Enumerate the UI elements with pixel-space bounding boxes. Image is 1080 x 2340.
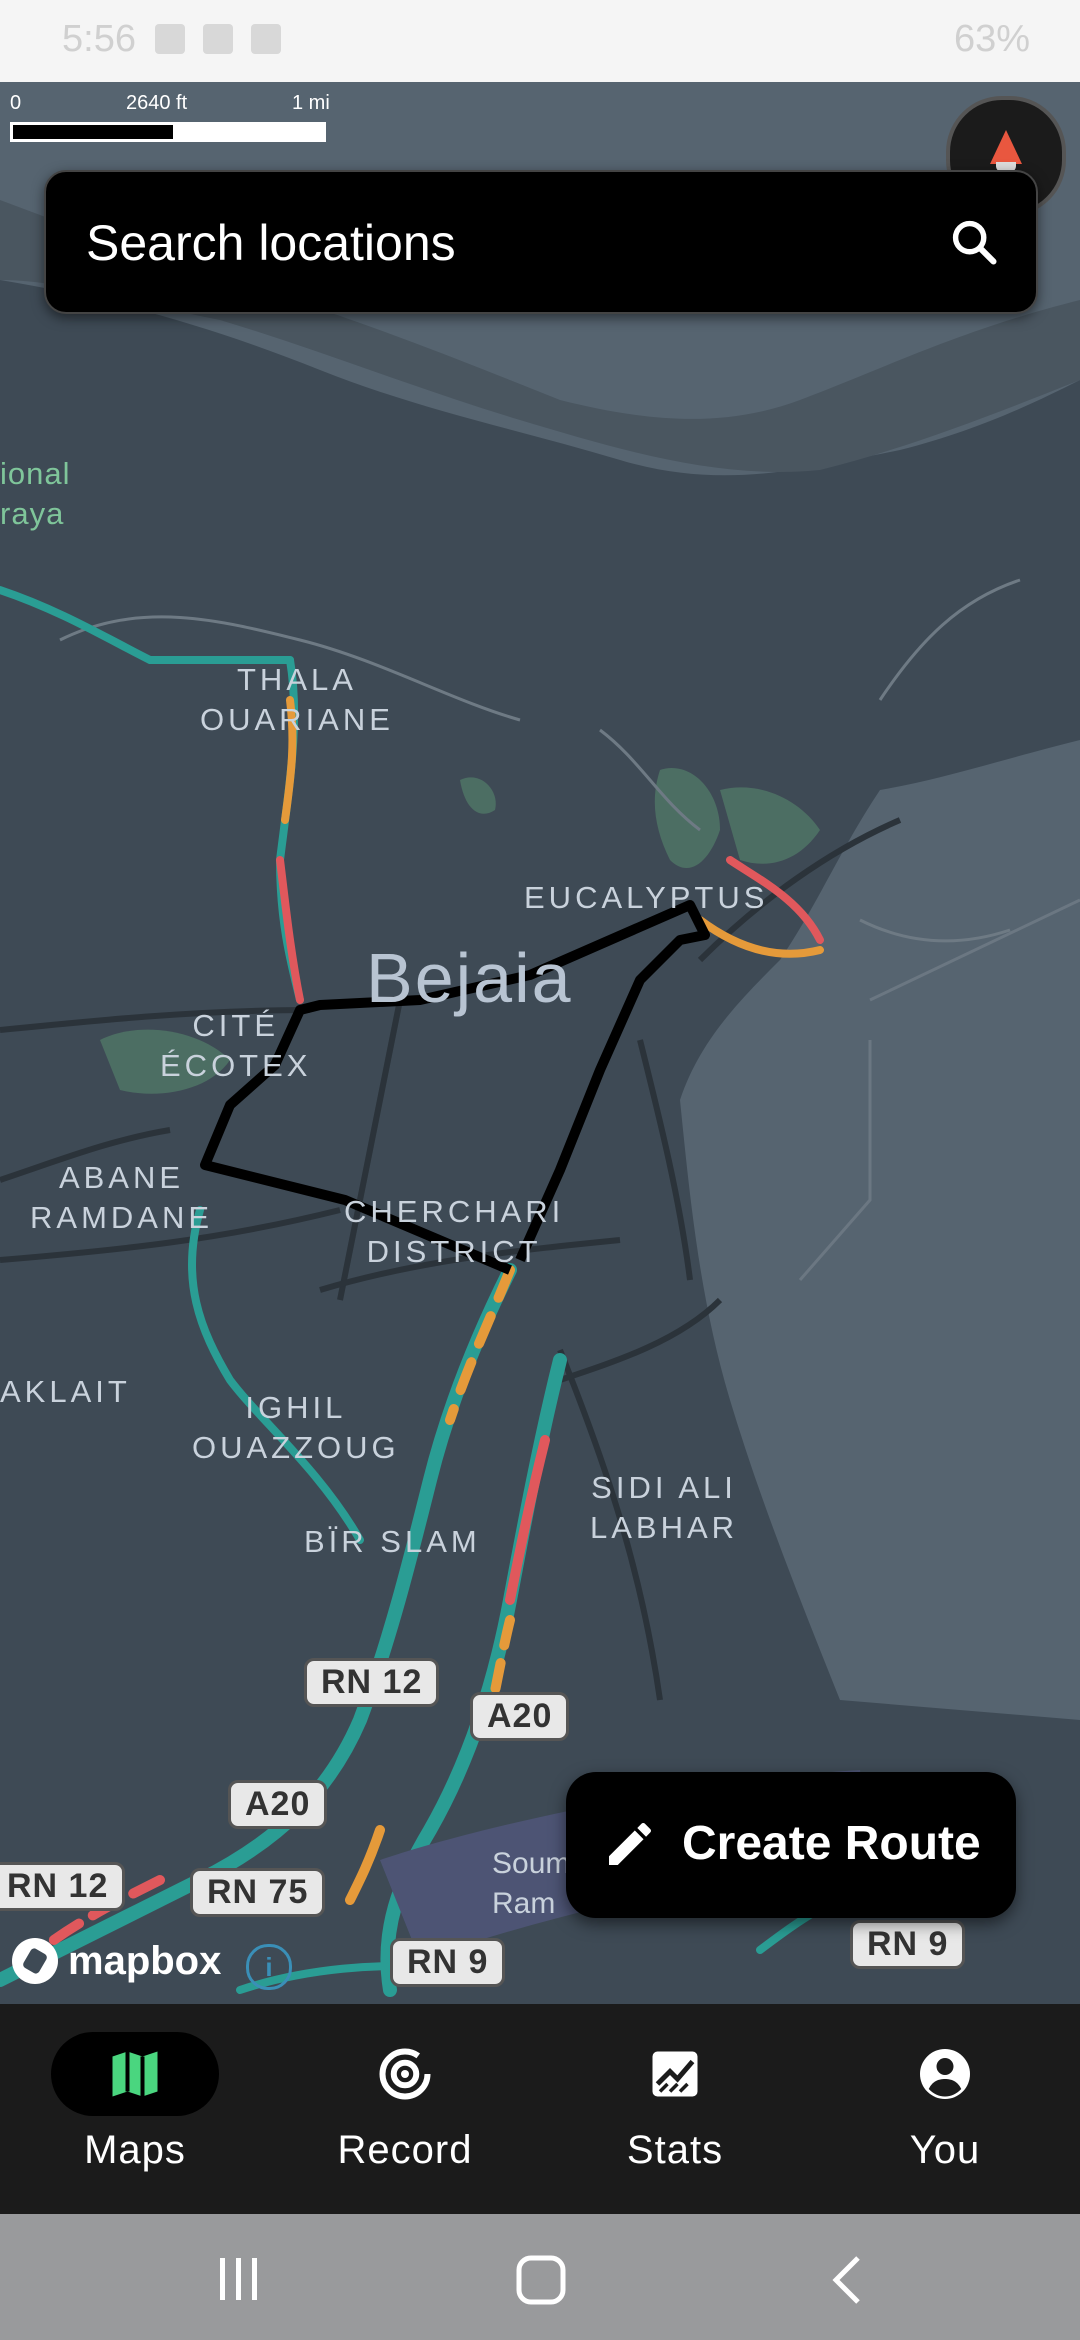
map-label-ighil-ouazzoug: IGHIL OUAZZOUG xyxy=(192,1390,400,1465)
battery-level: 63% xyxy=(953,18,1030,60)
nav-you-label: You xyxy=(909,2128,981,2172)
nav-record-label: Record xyxy=(337,2128,473,2172)
map-label-eucalyptus: EUCALYPTUS xyxy=(524,880,769,915)
recents-icon[interactable] xyxy=(214,2256,264,2302)
status-time: 5:56 xyxy=(62,18,136,60)
bottom-navigation: Maps Record Stats You xyxy=(0,2004,1080,2214)
map-label-cite-ecotex: CITÉ ÉCOTEX xyxy=(160,1008,312,1083)
scale-label-mid: 2640 ft xyxy=(126,92,188,114)
map-label-abane-ramdane: ABANE RAMDANE xyxy=(30,1160,214,1235)
map-label-thala-ouariane: THALA OUARIANE xyxy=(200,662,394,737)
scale-bar-graphic xyxy=(10,122,326,142)
account-icon xyxy=(920,2049,970,2099)
nav-stats-label: Stats xyxy=(626,2128,724,2172)
map-scale-bar: 0 2640 ft 1 mi xyxy=(10,92,330,142)
map-label-cherchari-district: CHERCHARI DISTRICT xyxy=(344,1194,565,1269)
road-shield-rn9: RN 9 xyxy=(390,1938,506,1987)
map-label-sidi-ali-labhar: SIDI ALI LABHAR xyxy=(590,1470,739,1545)
map-label-park: ional raya xyxy=(0,456,71,531)
search-bar[interactable]: Search locations xyxy=(44,170,1038,314)
system-navigation-bar xyxy=(0,2214,1080,2340)
map-label-bir-slam: BÏR SLAM xyxy=(304,1524,481,1559)
scale-label-end: 1 mi xyxy=(292,92,330,114)
compass-north-icon xyxy=(990,130,1022,164)
map-label-aklait: AKLAIT xyxy=(0,1374,131,1409)
search-icon[interactable] xyxy=(948,216,1000,268)
pencil-icon xyxy=(609,1822,652,1865)
create-route-button[interactable]: Create Route xyxy=(566,1772,1016,1918)
nav-you[interactable]: You xyxy=(810,2026,1080,2206)
map-icon xyxy=(112,2051,158,2097)
road-shield-a20: A20 xyxy=(470,1692,570,1741)
status-bar: 5:56 63% xyxy=(0,0,1080,82)
mapbox-logo: mapbox xyxy=(12,1938,221,1984)
status-notification-icons xyxy=(155,24,281,54)
road-shield-rn12-2: RN 12 xyxy=(0,1862,126,1911)
back-icon[interactable] xyxy=(826,2254,866,2306)
stats-icon xyxy=(652,2051,698,2097)
search-input[interactable]: Search locations xyxy=(86,214,456,272)
mapbox-wordmark: mapbox xyxy=(68,1938,222,1983)
nav-maps[interactable]: Maps xyxy=(0,2026,270,2206)
nav-stats[interactable]: Stats xyxy=(540,2026,810,2206)
road-shield-a20-2: A20 xyxy=(228,1780,328,1829)
map-label-airport: Soum Ram xyxy=(492,1847,571,1920)
nav-record[interactable]: Record xyxy=(270,2026,540,2206)
create-route-label: Create Route xyxy=(682,1817,981,1870)
map-view[interactable]: ional raya THALA OUARIANE EUCALYPTUS Bej… xyxy=(0,82,1080,2004)
road-shield-rn9-2: RN 9 xyxy=(850,1920,966,1969)
road-shield-rn12: RN 12 xyxy=(304,1658,440,1707)
map-label-bejaia: Bejaia xyxy=(366,939,573,1017)
home-icon[interactable] xyxy=(515,2254,567,2306)
nav-maps-label: Maps xyxy=(84,2128,186,2172)
record-icon xyxy=(379,2048,431,2100)
road-shield-rn75: RN 75 xyxy=(190,1868,326,1917)
attribution-info-icon[interactable]: i xyxy=(246,1944,292,1990)
scale-label-start: 0 xyxy=(10,92,22,114)
nav-maps-indicator xyxy=(51,2032,219,2116)
mapbox-mark-icon xyxy=(12,1938,58,1984)
